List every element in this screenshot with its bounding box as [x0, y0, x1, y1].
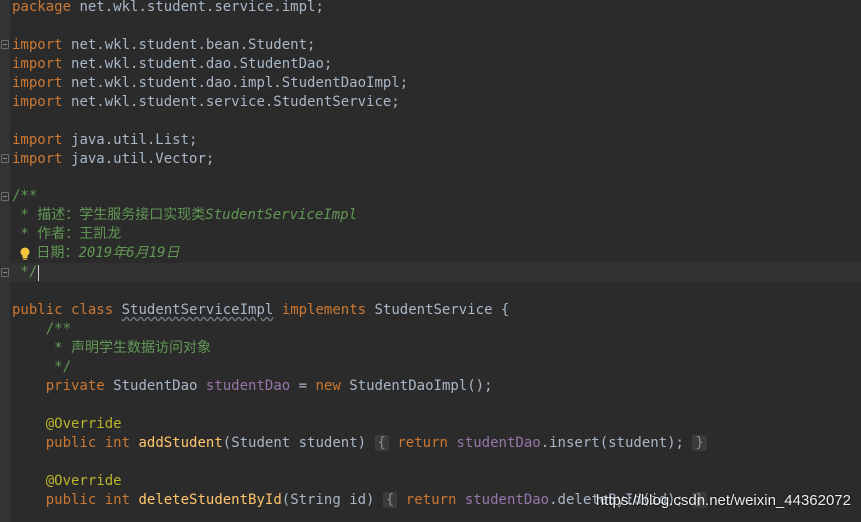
fold-marker-icon[interactable] [1, 154, 9, 163]
keyword: public [12, 492, 97, 508]
doc-comment-open: /** [12, 188, 38, 204]
keyword: package [12, 0, 72, 15]
keyword: new [315, 378, 341, 394]
folded-body-open[interactable]: { [374, 435, 389, 451]
doc-desc-text: * 描述：学生服务接口实现类 [12, 207, 206, 223]
import-name: net.wkl.student.dao.StudentDao; [71, 56, 333, 72]
keyword: int [104, 492, 131, 508]
keyword: int [104, 435, 131, 451]
current-line-highlight [10, 263, 861, 282]
folded-body-open[interactable]: { [382, 492, 398, 508]
keyword: class [71, 302, 114, 318]
doc-comment-author: * 作者：王凯龙 [12, 226, 122, 242]
field-doc-text: * 声明学生数据访问对象 [12, 340, 212, 356]
code-line-import: import java.util.Vector; [12, 150, 214, 169]
doc-desc-class: StudentServiceImpl [205, 207, 358, 223]
code-line-field: private StudentDao studentDao = new Stud… [12, 377, 493, 396]
import-name: net.wkl.student.dao.impl.StudentDaoImpl; [71, 75, 409, 91]
import-name: java.util.List; [71, 132, 198, 148]
keyword: public [12, 435, 97, 451]
package-name: net.wkl.student.service.impl; [79, 0, 324, 15]
lightbulb-icon[interactable] [19, 247, 31, 261]
annotation-override: @Override [12, 416, 122, 432]
import-name: java.util.Vector; [71, 151, 215, 167]
text-caret [38, 265, 39, 281]
code-line-import: import net.wkl.student.dao.impl.StudentD… [12, 74, 408, 93]
code-line-import: import java.util.List; [12, 131, 197, 150]
fold-marker-icon[interactable] [1, 192, 9, 201]
field-doc-close: */ [12, 359, 72, 375]
field-initializer: StudentDaoImpl(); [349, 378, 493, 394]
class-name: StudentServiceImpl [121, 302, 274, 318]
method-name: addStudent [138, 435, 223, 451]
doc-date-label: 日期： [28, 245, 79, 261]
doc-comment-close: */ [12, 264, 38, 280]
code-line-package: package net.wkl.student.service.impl; [12, 0, 324, 17]
keyword: import [12, 132, 63, 148]
keyword: public [12, 302, 63, 318]
import-name: net.wkl.student.bean.Student; [71, 37, 316, 53]
keyword: import [12, 75, 63, 91]
field-doc-open: /** [12, 321, 72, 337]
keyword: import [12, 56, 63, 72]
code-line-class-declaration: public class StudentServiceImpl implemen… [12, 301, 509, 320]
field-ref: studentDao [456, 435, 541, 451]
field-ref: studentDao [464, 492, 550, 508]
keyword: implements [281, 302, 367, 318]
code-line-method: public int addStudent(Student student) {… [12, 434, 707, 453]
import-name: net.wkl.student.service.StudentService; [71, 94, 400, 110]
interface-name: StudentService { [374, 302, 510, 318]
doc-comment-desc: * 描述：学生服务接口实现类StudentServiceImpl [12, 206, 357, 225]
code-line-import: import net.wkl.student.bean.Student; [12, 36, 315, 55]
watermark: https://blog.csdn.net/weixin_44362072 [595, 492, 851, 509]
keyword: import [12, 151, 63, 167]
operator: = [298, 378, 308, 394]
code-editor[interactable]: package net.wkl.student.service.impl; im… [0, 0, 861, 522]
annotation-override: @Override [12, 473, 122, 489]
method-name: deleteStudentById [138, 492, 282, 508]
fold-marker-icon[interactable] [1, 40, 9, 49]
code-line-import: import net.wkl.student.dao.StudentDao; [12, 55, 332, 74]
keyword: return [397, 435, 448, 451]
method-call: .insert(student); [540, 435, 684, 451]
field-type: StudentDao [113, 378, 198, 394]
keyword: private [12, 378, 105, 394]
keyword: return [405, 492, 457, 508]
method-params: (String id) [281, 492, 375, 508]
keyword: import [12, 37, 63, 53]
doc-comment-date: 日期：2019年6月19日 [12, 244, 179, 263]
doc-date-value: 2019年6月19日 [78, 245, 180, 261]
folded-body-close[interactable]: } [692, 435, 707, 451]
method-params: (Student student) [222, 435, 367, 451]
keyword: import [12, 94, 63, 110]
fold-marker-icon[interactable] [1, 268, 9, 277]
code-line-import: import net.wkl.student.service.StudentSe… [12, 93, 400, 112]
editor-gutter [0, 0, 10, 522]
field-name: studentDao [205, 378, 291, 394]
